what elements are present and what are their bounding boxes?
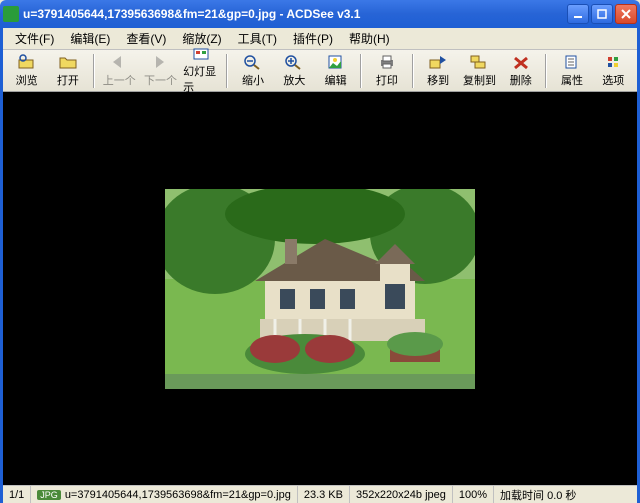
toolbar: 浏览 打开 上一个 下一个 幻灯显示 缩小 放大 编辑 打印 移到 复制到 <box>3 50 637 92</box>
menu-file[interactable]: 文件(F) <box>7 28 62 49</box>
maximize-icon <box>597 9 607 19</box>
separator <box>412 54 414 88</box>
next-icon <box>150 53 170 71</box>
status-filename: u=3791405644,1739563698&fm=21&gp=0.jpg <box>65 489 291 501</box>
statusbar: 1/1 JPG u=3791405644,1739563698&fm=21&gp… <box>3 485 637 503</box>
format-badge: JPG <box>37 490 61 500</box>
print-button[interactable]: 打印 <box>367 52 406 90</box>
separator <box>93 54 95 88</box>
open-icon <box>58 53 78 71</box>
zoomin-button[interactable]: 放大 <box>275 52 314 90</box>
next-button: 下一个 <box>141 52 180 90</box>
status-dimensions: 352x220x24b jpeg <box>350 486 453 503</box>
status-zoom: 100% <box>453 486 494 503</box>
status-position: 1/1 <box>3 486 31 503</box>
menu-tools[interactable]: 工具(T) <box>230 28 285 49</box>
zoomout-icon <box>243 53 263 71</box>
options-button[interactable]: 选项 <box>594 52 633 90</box>
delete-icon <box>511 53 531 71</box>
minimize-button[interactable] <box>567 4 589 24</box>
separator <box>360 54 362 88</box>
displayed-image <box>165 189 475 389</box>
editor-button[interactable]: 编辑 <box>316 52 355 90</box>
print-icon <box>377 53 397 71</box>
browse-button[interactable]: 浏览 <box>7 52 46 90</box>
image-viewport[interactable] <box>3 92 637 485</box>
separator <box>226 54 228 88</box>
properties-button[interactable]: 属性 <box>552 52 591 90</box>
status-filename-cell: JPG u=3791405644,1739563698&fm=21&gp=0.j… <box>31 486 298 503</box>
slideshow-button[interactable]: 幻灯显示 <box>182 52 221 90</box>
close-icon <box>621 9 631 19</box>
copyto-button[interactable]: 复制到 <box>460 52 499 90</box>
app-icon <box>3 6 19 22</box>
menubar: 文件(F) 编辑(E) 查看(V) 缩放(Z) 工具(T) 插件(P) 帮助(H… <box>3 28 637 50</box>
menu-view[interactable]: 查看(V) <box>118 28 174 49</box>
minimize-icon <box>573 9 583 19</box>
editor-icon <box>326 53 346 71</box>
status-loadtime: 加载时间 0.0 秒 <box>494 486 637 503</box>
moveto-icon <box>428 53 448 71</box>
copyto-icon <box>469 53 489 71</box>
open-button[interactable]: 打开 <box>48 52 87 90</box>
window-title: u=3791405644,1739563698&fm=21&gp=0.jpg -… <box>23 7 567 21</box>
menu-help[interactable]: 帮助(H) <box>341 28 398 49</box>
separator <box>545 54 547 88</box>
prev-button: 上一个 <box>100 52 139 90</box>
options-icon <box>603 53 623 71</box>
menu-edit[interactable]: 编辑(E) <box>62 28 118 49</box>
properties-icon <box>562 53 582 71</box>
zoomout-button[interactable]: 缩小 <box>233 52 272 90</box>
slideshow-icon <box>192 46 212 62</box>
zoomin-icon <box>284 53 304 71</box>
browse-icon <box>17 53 37 71</box>
close-button[interactable] <box>615 4 637 24</box>
maximize-button[interactable] <box>591 4 613 24</box>
prev-icon <box>109 53 129 71</box>
moveto-button[interactable]: 移到 <box>419 52 458 90</box>
status-filesize: 23.3 KB <box>298 486 350 503</box>
titlebar: u=3791405644,1739563698&fm=21&gp=0.jpg -… <box>0 0 640 28</box>
delete-button[interactable]: 删除 <box>501 52 540 90</box>
menu-plugins[interactable]: 插件(P) <box>285 28 341 49</box>
